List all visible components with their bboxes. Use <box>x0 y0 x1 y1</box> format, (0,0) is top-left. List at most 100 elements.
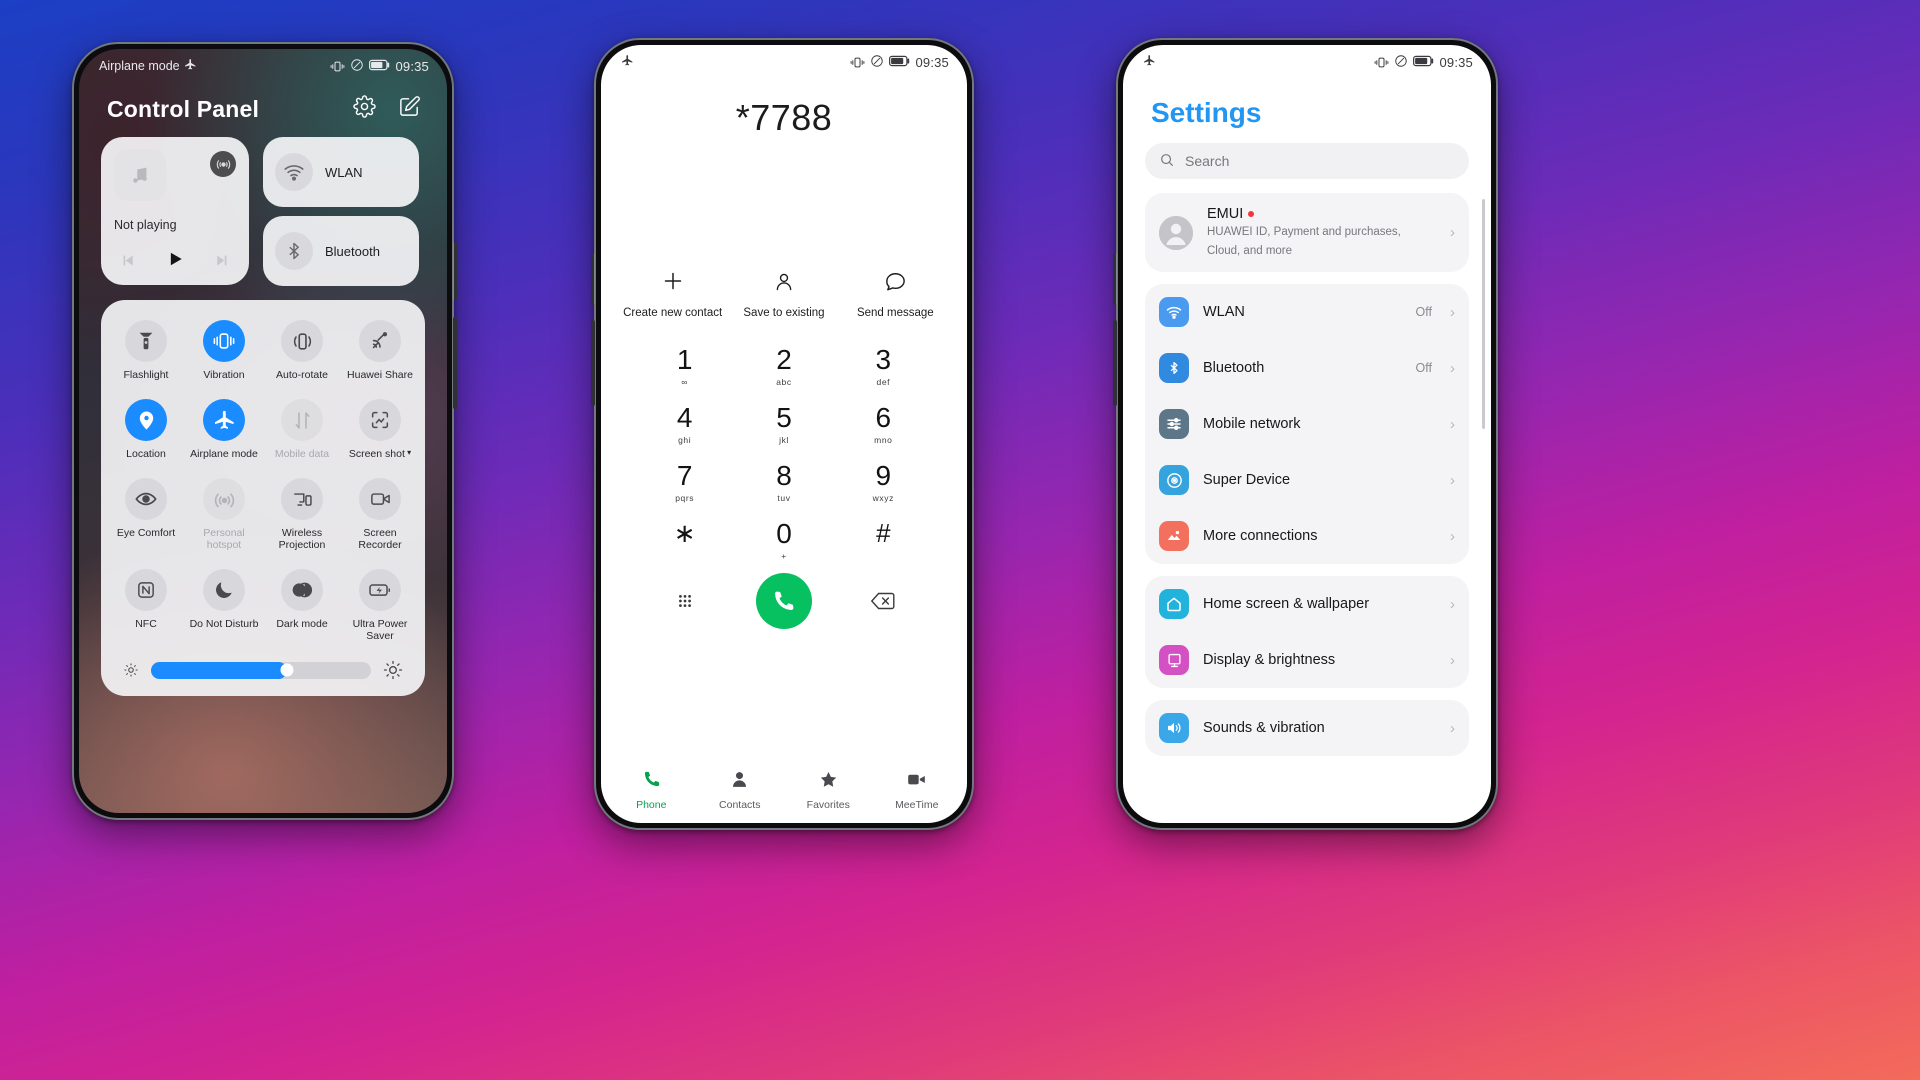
dialpad-key-1[interactable]: 1 ∞ <box>635 337 734 393</box>
chevron-right-icon: › <box>1450 527 1455 545</box>
toggle-label: Wireless Projection <box>278 527 326 552</box>
hotspot-icon <box>203 478 245 521</box>
settings-row-super-device[interactable]: Super Device › <box>1145 452 1469 508</box>
chevron-down-icon[interactable]: ▾ <box>405 448 411 457</box>
account-name-text: EMUI <box>1207 206 1244 222</box>
tab-phone-label: Phone <box>636 799 667 811</box>
brightness-slider-row[interactable] <box>107 650 419 686</box>
backspace-icon[interactable] <box>834 590 933 612</box>
tab-favorites[interactable]: Favorites <box>784 769 873 811</box>
settings-row-display-brightness[interactable]: Display & brightness › <box>1145 632 1469 688</box>
new-dot-badge <box>1248 211 1255 217</box>
toggle-flashlight[interactable]: Flashlight <box>107 314 185 389</box>
scrollbar[interactable] <box>1482 199 1485 429</box>
chevron-right-icon: › <box>1450 359 1455 377</box>
send-message-action[interactable]: Send message <box>840 270 950 319</box>
dialpad-key-3[interactable]: 3 def <box>834 337 933 393</box>
battery-icon <box>369 59 390 74</box>
control-panel-header: Control Panel <box>79 79 447 133</box>
dialpad-key-5[interactable]: 5 jkl <box>734 395 833 451</box>
tab-contacts[interactable]: Contacts <box>696 769 785 811</box>
tab-phone[interactable]: Phone <box>607 769 696 811</box>
wlan-pill[interactable]: WLAN <box>263 137 419 207</box>
tab-meetime[interactable]: MeeTime <box>873 769 962 811</box>
toggle-do-not-disturb[interactable]: Do Not Disturb <box>185 563 263 650</box>
dialpad-key-letters: ghi <box>678 435 692 445</box>
dialpad-key-0[interactable]: 0 + <box>734 511 833 567</box>
dialpad-key-letters: def <box>876 377 891 387</box>
vibrate-icon <box>850 56 865 69</box>
control-panel-top-cards: Not playing WLAN Bluetooth <box>79 133 447 286</box>
toggle-huawei-share[interactable]: Huawei Share <box>341 314 419 389</box>
create-new-contact-action[interactable]: Create new contact <box>618 269 728 319</box>
chevron-right-icon: › <box>1450 415 1455 433</box>
dialpad-key-digit: 1 <box>676 344 693 375</box>
quick-toggles-grid: Flashlight Vibration Auto-rotate Huawei Sha… <box>107 314 419 650</box>
dialpad-key-4[interactable]: 4 ghi <box>635 395 734 451</box>
settings-row-wlan[interactable]: WLAN Off › <box>1145 284 1469 340</box>
wlan-label: WLAN <box>325 164 363 180</box>
huawei-share-icon <box>359 320 401 362</box>
dialpad-key-9[interactable]: 9 wxyz <box>834 453 933 509</box>
settings-row-more-connections[interactable]: More connections › <box>1145 508 1469 564</box>
toggle-wireless-projection[interactable]: Wireless Projection <box>263 472 341 559</box>
search-input[interactable]: Search <box>1145 143 1469 179</box>
dialpad-key-7[interactable]: 7 pqrs <box>635 453 734 509</box>
dialpad-key-6[interactable]: 6 mno <box>834 395 933 451</box>
brightness-slider-knob[interactable] <box>280 663 294 677</box>
dialpad-key-2[interactable]: 2 abc <box>734 337 833 393</box>
dialpad-key-digit: 5 <box>776 402 792 433</box>
dialpad-key-8[interactable]: 8 tuv <box>734 453 833 509</box>
tab-contacts-label: Contacts <box>719 799 761 811</box>
create-new-contact-label: Create new contact <box>623 307 723 319</box>
page-title: Control Panel <box>107 95 260 122</box>
dialpad-key-#[interactable]: # <box>834 511 933 567</box>
gear-icon[interactable] <box>353 95 376 123</box>
toggle-location[interactable]: Location <box>107 393 185 468</box>
settings-row-home-screen-wallpaper[interactable]: Home screen & wallpaper › <box>1145 576 1469 632</box>
toggle-personal-hotspot[interactable]: Personal hotspot <box>185 472 263 559</box>
media-player-card[interactable]: Not playing <box>101 137 249 285</box>
toggle-auto-rotate[interactable]: Auto-rotate <box>263 314 341 389</box>
tab-meetime-label: MeeTime <box>895 799 939 811</box>
toggle-nfc[interactable]: NFC <box>107 563 185 650</box>
airplane-icon <box>1143 54 1156 70</box>
settings-group: Home screen & wallpaper › Display & bright… <box>1145 576 1469 689</box>
toggle-airplane-mode[interactable]: Airplane mode <box>185 393 263 468</box>
settings-row-mobile-network[interactable]: Mobile network › <box>1145 396 1469 452</box>
call-button[interactable] <box>734 573 833 629</box>
toggle-dark-mode[interactable]: Dark mode <box>263 563 341 650</box>
dialpad-key-∗[interactable]: ∗ <box>635 511 734 567</box>
toggle-vibration[interactable]: Vibration <box>185 314 263 389</box>
flashlight-icon <box>125 320 167 362</box>
connection-pills: WLAN Bluetooth <box>263 137 419 286</box>
brightness-slider[interactable] <box>151 661 371 679</box>
phone-call-icon <box>755 573 812 629</box>
cast-icon[interactable] <box>210 151 236 177</box>
settings-row-sounds-vibration[interactable]: Sounds & vibration › <box>1145 700 1469 756</box>
toggle-screen-shot[interactable]: Screen shot ▾ <box>341 393 419 468</box>
toggle-label: Screen shot ▾ <box>348 448 412 461</box>
prev-track-icon[interactable] <box>120 252 137 273</box>
settings-list[interactable]: EMUI HUAWEI ID, Payment and purchases, C… <box>1123 193 1491 823</box>
account-name: EMUI <box>1207 206 1436 222</box>
save-to-existing-action[interactable]: Save to existing <box>729 271 839 319</box>
toggle-ultra-power-saver[interactable]: Ultra Power Saver <box>341 563 419 650</box>
dialpad-key-digit: 3 <box>875 344 892 375</box>
settings-row-account[interactable]: EMUI HUAWEI ID, Payment and purchases, C… <box>1145 193 1469 272</box>
bluetooth-pill[interactable]: Bluetooth <box>263 216 419 286</box>
next-track-icon[interactable] <box>213 252 230 273</box>
brightness-slider-fill <box>151 661 288 679</box>
settings-row-label: WLAN <box>1203 304 1245 321</box>
play-icon[interactable] <box>165 249 185 275</box>
settings-row-label: Super Device <box>1203 472 1291 489</box>
wifi-icon <box>275 153 313 191</box>
dialed-number-display[interactable]: *7788 <box>601 75 967 139</box>
settings-row-bluetooth[interactable]: Bluetooth Off › <box>1145 340 1469 396</box>
dialpad-key-digit: 4 <box>676 402 693 433</box>
toggle-eye-comfort[interactable]: Eye Comfort <box>107 472 185 559</box>
toggle-screen-recorder[interactable]: Screen Recorder <box>341 472 419 559</box>
keypad-dots-icon[interactable] <box>635 590 734 612</box>
toggle-mobile-data[interactable]: Mobile data <box>263 393 341 468</box>
edit-icon[interactable] <box>398 95 421 123</box>
